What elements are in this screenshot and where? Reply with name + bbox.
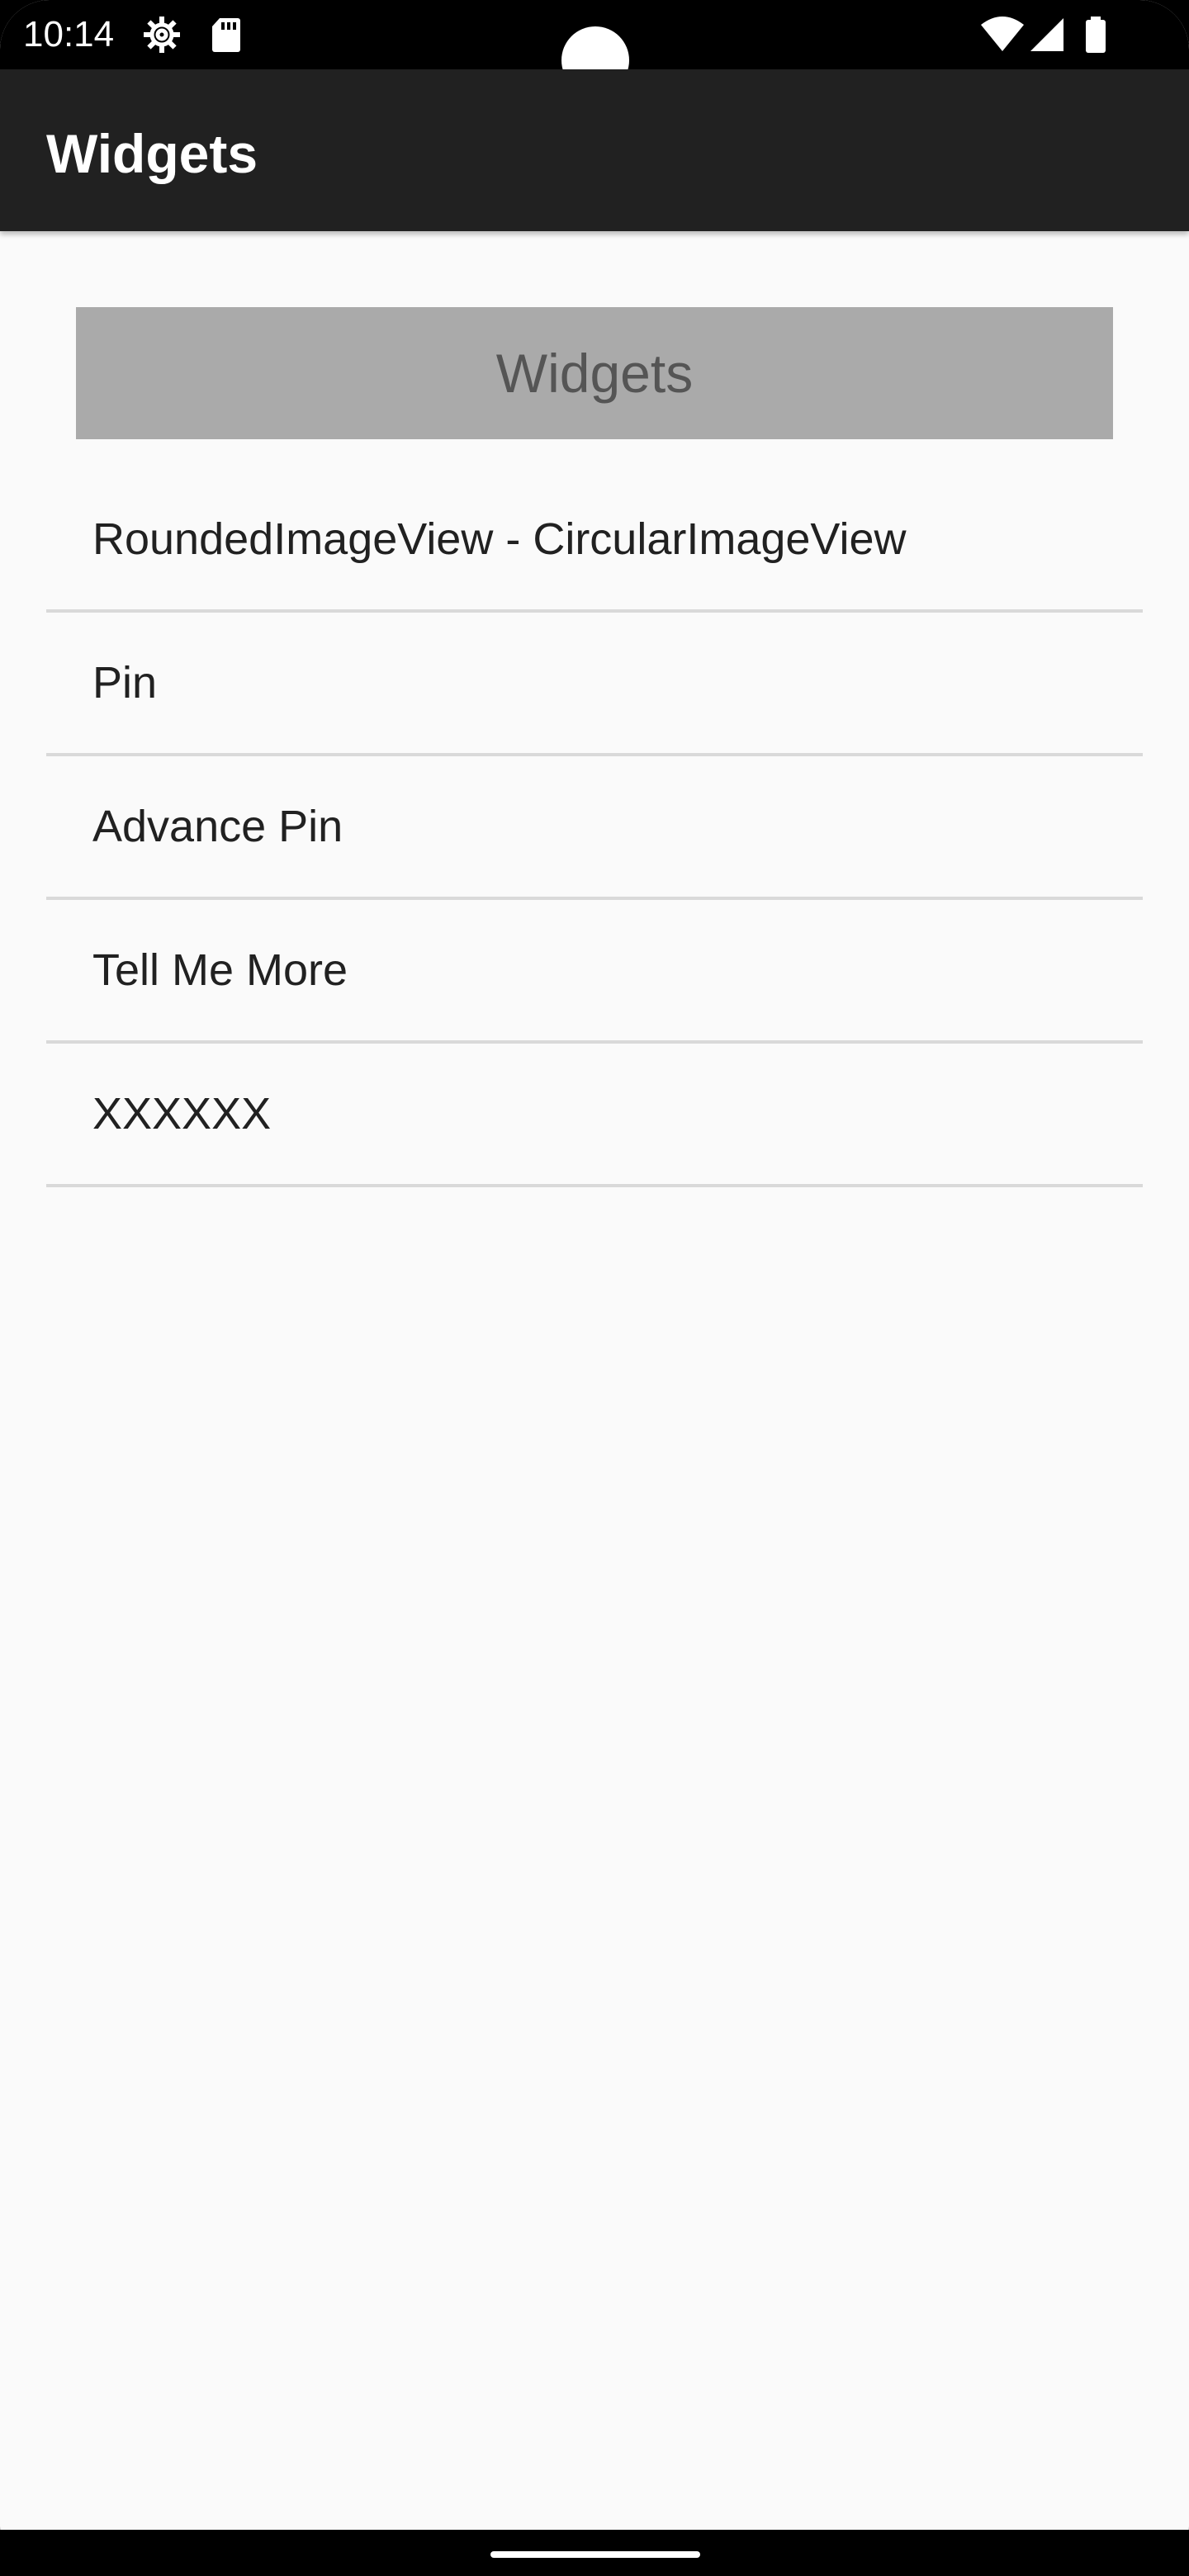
settings-icon: [144, 17, 180, 53]
battery-icon: [1086, 17, 1106, 53]
list-item-label: Advance Pin: [92, 802, 343, 851]
list-item-tell-me-more[interactable]: Tell Me More: [46, 900, 1143, 1044]
home-indicator[interactable]: [490, 2551, 700, 2558]
app-bar: Widgets: [0, 69, 1189, 231]
app-title: Widgets: [46, 123, 258, 184]
sd-card-icon: [212, 18, 240, 52]
list-item-xxxxxx[interactable]: XXXXXX: [46, 1044, 1143, 1187]
app-screen: 10:14 Widgets Widgets RoundedImageView -…: [0, 0, 1189, 2576]
list-item-label: Pin: [92, 658, 158, 708]
list-item-rounded-image-view[interactable]: RoundedImageView - CircularImageView: [46, 469, 1143, 613]
list-item-label: XXXXXX: [92, 1089, 272, 1139]
list-item-advance-pin[interactable]: Advance Pin: [46, 756, 1143, 900]
list-item-label: Tell Me More: [92, 945, 348, 995]
signal-icon: [1030, 18, 1063, 51]
section-header-label: Widgets: [495, 343, 694, 404]
widgets-list: RoundedImageView - CircularImageView Pin…: [46, 469, 1143, 1187]
list-item-label: RoundedImageView - CircularImageView: [92, 514, 907, 564]
wifi-icon: [981, 17, 1024, 51]
section-header: Widgets: [76, 307, 1113, 439]
status-time: 10:14: [23, 14, 115, 54]
list-item-pin[interactable]: Pin: [46, 613, 1143, 756]
